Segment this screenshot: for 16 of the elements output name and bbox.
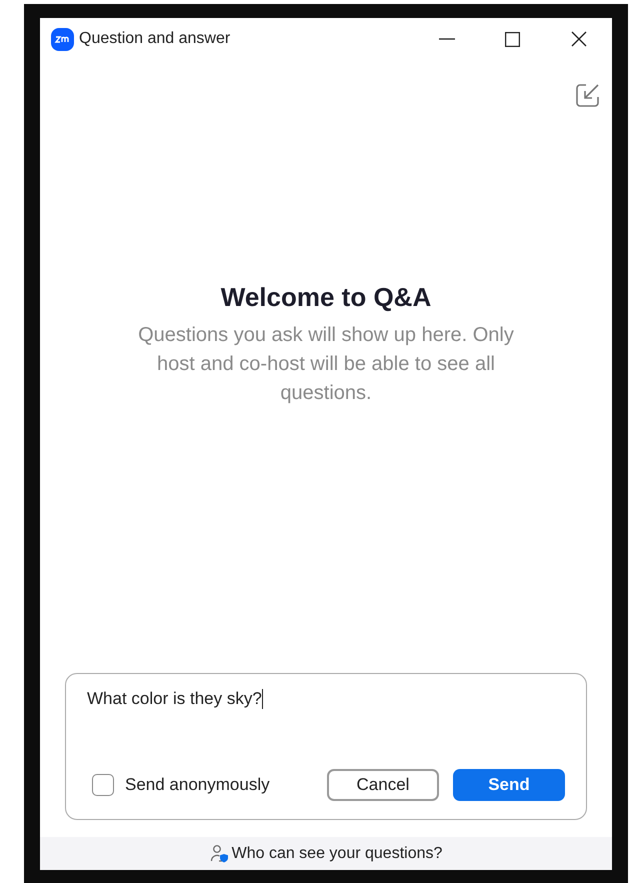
minimize-icon[interactable] xyxy=(439,38,455,40)
collapse-icon[interactable] xyxy=(575,83,600,108)
close-icon[interactable] xyxy=(571,31,587,47)
question-text: What color is they sky? xyxy=(87,688,264,711)
window-title: Question and answer xyxy=(79,29,230,49)
anonymous-checkbox[interactable] xyxy=(92,774,114,796)
app-logo-icon xyxy=(51,28,74,50)
welcome-heading: Welcome to Q&A xyxy=(220,281,432,314)
user-shield-icon xyxy=(210,844,229,863)
maximize-icon[interactable] xyxy=(505,32,520,46)
send-button[interactable]: Send xyxy=(453,769,565,801)
privacy-link[interactable]: Who can see your questions? xyxy=(232,842,442,866)
cancel-button[interactable]: Cancel xyxy=(327,769,439,801)
anonymous-label[interactable]: Send anonymously xyxy=(125,772,270,798)
welcome-message: Questions you ask will show up here. Only host and co-host will be able to see all questions. xyxy=(137,323,515,406)
question-input-box[interactable]: What color is they sky? Send anonymously Cancel Send xyxy=(65,673,587,820)
